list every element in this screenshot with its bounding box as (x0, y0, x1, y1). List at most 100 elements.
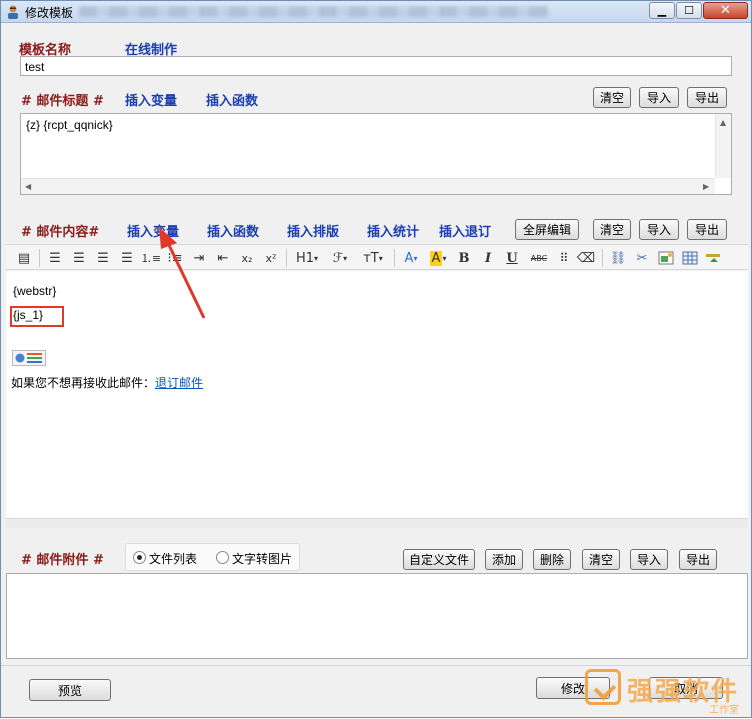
strike-label: ABC (530, 253, 548, 263)
attachment-label: # 邮件附件 # (21, 553, 104, 568)
minimize-button[interactable]: ▁ (649, 2, 675, 19)
watermark-logo: 强强软件 工作室 (585, 669, 752, 719)
highlight-label: A (429, 250, 443, 266)
attachment-export-button[interactable]: 导出 (679, 549, 717, 570)
unsubscribe-line: 如果您不想再接收此邮件：退订邮件 (11, 374, 203, 391)
unordered-list-icon[interactable]: ⁝≡ (166, 248, 184, 268)
preview-button[interactable]: 预览 (29, 679, 111, 701)
scroll-left-icon[interactable]: ◀ (25, 182, 31, 191)
edit-template-window: 修改模板 ▁ ☐ ✕ 模板名称 在线制作 test # 邮件标题 # 插入变量 … (0, 0, 752, 718)
outdent-icon[interactable]: ⇤ (214, 248, 232, 268)
indent-icon[interactable]: ⇥ (190, 248, 208, 268)
attachment-delete-button[interactable]: 删除 (533, 549, 571, 570)
image-icon[interactable] (656, 248, 676, 268)
content-insert-stats-link[interactable]: 插入统计 (367, 221, 419, 240)
title-bar[interactable]: 修改模板 ▁ ☐ ✕ (1, 1, 751, 23)
highlight-color-icon[interactable]: A ▾ (426, 248, 450, 268)
source-icon[interactable]: ▤ (15, 248, 33, 268)
subject-insert-variable-link[interactable]: 插入变量 (125, 90, 177, 109)
title-blurred-region (79, 6, 549, 17)
ordered-list-icon[interactable]: ⒈≡ (141, 248, 161, 268)
font-color-icon[interactable]: A ▾ (400, 248, 422, 268)
italic-label: I (484, 250, 492, 266)
content-insert-layout-link[interactable]: 插入排版 (287, 221, 339, 240)
toolbar-separator (39, 249, 40, 267)
editor-toolbar: ▤ ☰ ☰ ☰ ☰ ⒈≡ ⁝≡ ⇥ ⇤ x₂ x² H1 ▾ ℱ ▾ тT ▾ A ▾ … (6, 244, 748, 270)
subject-export-button[interactable]: 导出 (687, 87, 727, 108)
subject-import-button[interactable]: 导入 (639, 87, 679, 108)
attachment-list[interactable] (6, 573, 748, 659)
content-import-button[interactable]: 导入 (639, 219, 679, 240)
radio-file-list-label[interactable]: 文件列表 (149, 550, 197, 567)
heading-label: H1 (295, 250, 315, 266)
subject-vertical-scrollbar[interactable]: ▲ (715, 114, 731, 178)
maximize-icon: ☐ (684, 4, 694, 17)
content-insert-unsubscribe-link[interactable]: 插入退订 (439, 221, 491, 240)
eraser-icon[interactable]: ⌫ (576, 248, 596, 268)
font-family-icon[interactable]: ℱ ▾ (328, 248, 352, 268)
watermark-check-icon (585, 669, 621, 705)
underline-label: U (506, 250, 518, 266)
embedded-image-icon[interactable] (12, 350, 46, 366)
subscript-icon[interactable]: x₂ (238, 248, 256, 268)
underline-icon[interactable]: U (504, 248, 520, 268)
align-center-icon[interactable]: ☰ (70, 248, 88, 268)
custom-file-button[interactable]: 自定义文件 (403, 549, 475, 570)
app-user-icon (8, 5, 18, 19)
radio-file-list[interactable] (133, 551, 146, 564)
attachment-mode-group: 文件列表 文字转图片 (125, 543, 300, 571)
content-clear-button[interactable]: 清空 (593, 219, 631, 240)
editor-resize-bar[interactable] (6, 518, 748, 528)
maximize-button[interactable]: ☐ (676, 2, 702, 19)
align-justify-icon[interactable]: ☰ (118, 248, 136, 268)
unsubscribe-link[interactable]: 退订邮件 (155, 376, 203, 390)
close-icon: ✕ (720, 3, 731, 18)
content-line-js1: {js_1} (13, 308, 44, 322)
window-title: 修改模板 (25, 6, 74, 20)
attachment-import-button[interactable]: 导入 (630, 549, 668, 570)
subject-label: # 邮件标题 # (21, 94, 104, 109)
scroll-right-icon[interactable]: ▶ (703, 182, 709, 191)
unsubscribe-prefix: 如果您不想再接收此邮件： (11, 376, 156, 390)
toolbar-separator (286, 249, 287, 267)
table-icon[interactable] (680, 248, 700, 268)
attachment-clear-button[interactable]: 清空 (582, 549, 620, 570)
align-right-icon[interactable]: ☰ (94, 248, 112, 268)
subject-text: {z} {rcpt_qqnick} (26, 118, 113, 132)
font-size-icon[interactable]: тT ▾ (360, 248, 386, 268)
content-export-button[interactable]: 导出 (687, 219, 727, 240)
content-editor[interactable]: {webstr} {js_1} 如果您不想再接收此邮件：退订邮件 (6, 271, 748, 518)
bold-label: B (458, 250, 470, 266)
content-insert-variable-link[interactable]: 插入变量 (127, 221, 179, 240)
heading-icon[interactable]: H1 ▾ (294, 248, 320, 268)
template-name-input[interactable]: test (20, 56, 732, 76)
content-insert-function-link[interactable]: 插入函数 (207, 221, 259, 240)
insert-icon[interactable] (704, 248, 724, 268)
font-family-label: ℱ (332, 250, 344, 266)
horizontal-rule-icon[interactable]: ⠿ (554, 248, 574, 268)
fullscreen-edit-button[interactable]: 全屏编辑 (515, 219, 579, 240)
attachment-add-button[interactable]: 添加 (485, 549, 523, 570)
unlink-icon[interactable]: ✂ (632, 248, 652, 268)
watermark-sub: 工作室 (709, 705, 739, 716)
subject-clear-button[interactable]: 清空 (593, 87, 631, 108)
footer-divider (1, 665, 751, 666)
font-color-label: A (404, 250, 414, 266)
subject-horizontal-scrollbar[interactable]: ◀ ▶ (21, 178, 715, 194)
toolbar-separator (602, 249, 603, 267)
strikethrough-icon[interactable]: ABC (528, 248, 550, 268)
superscript-icon[interactable]: x² (262, 248, 280, 268)
font-size-label: тT (363, 250, 379, 266)
toolbar-separator (394, 249, 395, 267)
bold-icon[interactable]: B (456, 248, 472, 268)
close-button[interactable]: ✕ (703, 2, 748, 19)
scroll-up-icon[interactable]: ▲ (720, 118, 726, 127)
italic-icon[interactable]: I (480, 248, 496, 268)
content-label: # 邮件内容# (21, 225, 100, 240)
subject-insert-function-link[interactable]: 插入函数 (206, 90, 258, 109)
radio-text-to-image-label[interactable]: 文字转图片 (232, 550, 292, 567)
radio-text-to-image[interactable] (216, 551, 229, 564)
align-left-icon[interactable]: ☰ (46, 248, 64, 268)
subject-textarea[interactable]: {z} {rcpt_qqnick} ▲ ◀ ▶ (20, 113, 732, 195)
link-icon[interactable]: ⛓ (608, 248, 628, 268)
